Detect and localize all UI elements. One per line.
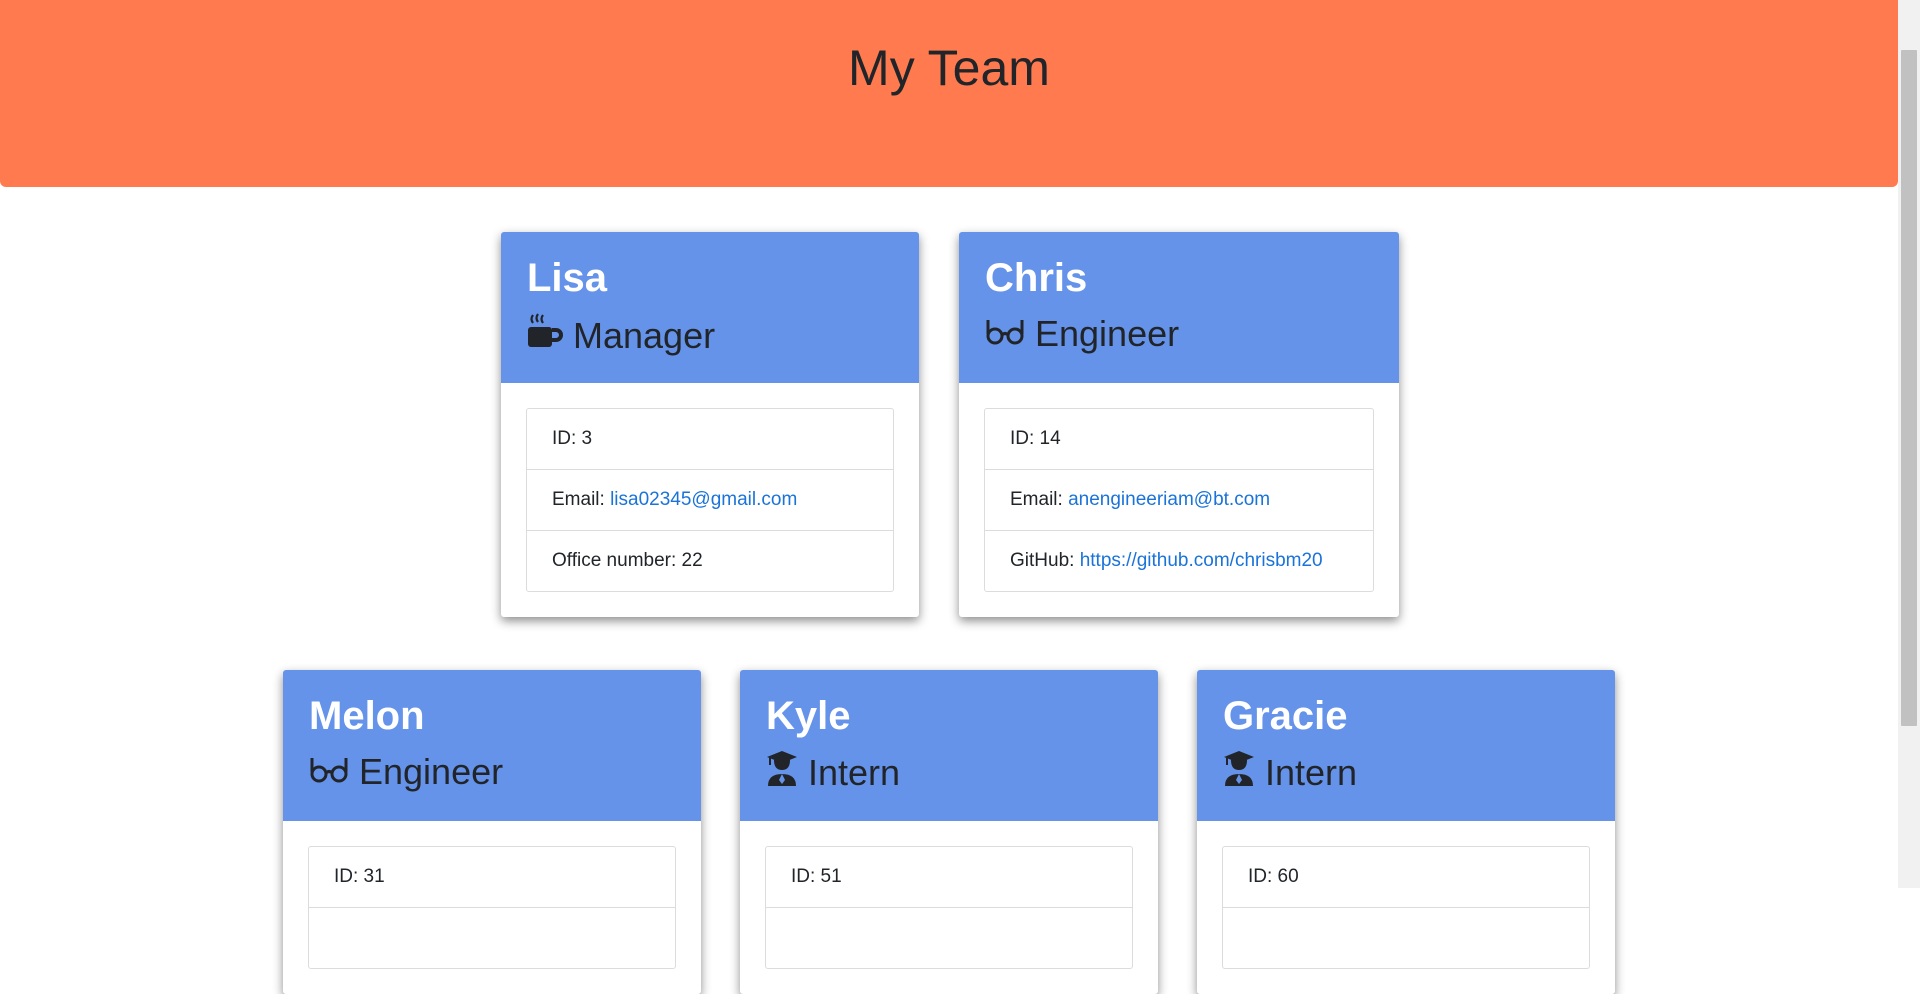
- card-header: Melon Engineer: [283, 670, 701, 821]
- card-header: Lisa Manager: [501, 232, 919, 383]
- role-label: Intern: [808, 752, 901, 793]
- card-header: Gracie Intern: [1197, 670, 1615, 821]
- employee-email-row: Email: anengineeriam@bt.com: [985, 469, 1373, 530]
- employee-name: Chris: [985, 256, 1088, 300]
- info-list: ID: 51: [765, 846, 1133, 969]
- card-body: ID: 3 Email: lisa02345@gmail.com Office …: [501, 383, 919, 617]
- employee-id: ID: 3: [552, 428, 593, 449]
- card-header: Chris Engineer: [959, 232, 1399, 383]
- employee-role: Engineer: [309, 750, 675, 794]
- email-label: Email:: [1010, 489, 1063, 510]
- employee-card-chris: Chris Engineer ID: 14 Email: anengineeri…: [959, 232, 1399, 617]
- employee-id: ID: 51: [791, 866, 842, 887]
- employee-id: ID: 60: [1248, 866, 1299, 887]
- info-list: ID: 60: [1222, 846, 1590, 969]
- email-link[interactable]: anengineeriam@bt.com: [1068, 489, 1270, 510]
- role-label: Engineer: [1035, 313, 1180, 354]
- role-label: Manager: [573, 315, 716, 356]
- card-body: ID: 31: [283, 821, 701, 994]
- employee-role: Manager: [527, 312, 893, 360]
- office-number: Office number: 22: [527, 530, 893, 591]
- employee-role: Intern: [766, 750, 1132, 796]
- card-header: Kyle Intern: [740, 670, 1158, 821]
- email-label: Email:: [552, 489, 605, 510]
- employee-card-melon: Melon Engineer ID: 31: [283, 670, 701, 994]
- coffee-icon: [527, 312, 563, 360]
- glasses-icon: [985, 312, 1025, 356]
- employee-email-row: Email: lisa02345@gmail.com: [527, 469, 893, 530]
- employee-email-row: [309, 907, 675, 968]
- info-list: ID: 14 Email: anengineeriam@bt.com GitHu…: [984, 408, 1374, 592]
- employee-card-kyle: Kyle Intern ID: 51: [740, 670, 1158, 994]
- employee-name: Kyle: [766, 694, 851, 738]
- card-body: ID: 51: [740, 821, 1158, 994]
- info-list: ID: 3 Email: lisa02345@gmail.com Office …: [526, 408, 894, 592]
- employee-card-gracie: Gracie Intern ID: 60: [1197, 670, 1615, 994]
- card-body: ID: 14 Email: anengineeriam@bt.com GitHu…: [959, 383, 1399, 617]
- card-body: ID: 60: [1197, 821, 1615, 994]
- employee-id: ID: 31: [334, 866, 385, 887]
- employee-name: Lisa: [527, 256, 608, 300]
- glasses-icon: [309, 750, 349, 794]
- employee-role: Intern: [1223, 750, 1589, 796]
- page-title: My Team: [848, 40, 1050, 96]
- employee-card-lisa: Lisa Manager ID: 3 Email: lisa02345@gmai…: [501, 232, 919, 617]
- graduate-icon: [1223, 750, 1255, 796]
- scrollbar-thumb[interactable]: [1901, 50, 1917, 726]
- email-link[interactable]: lisa02345@gmail.com: [610, 489, 797, 510]
- employee-name: Melon: [309, 694, 425, 738]
- github-label: GitHub:: [1010, 550, 1075, 571]
- employee-email-row: [1223, 907, 1589, 968]
- graduate-icon: [766, 750, 798, 796]
- github-link[interactable]: https://github.com/chrisbm20: [1080, 550, 1323, 571]
- role-label: Engineer: [359, 751, 504, 792]
- info-list: ID: 31: [308, 846, 676, 969]
- employee-email-row: [766, 907, 1132, 968]
- role-label: Intern: [1265, 752, 1358, 793]
- github-row: GitHub: https://github.com/chrisbm20: [985, 530, 1373, 591]
- vertical-scrollbar[interactable]: [1898, 0, 1920, 888]
- employee-id: ID: 14: [1010, 428, 1061, 449]
- page-header: My Team: [0, 0, 1898, 187]
- employee-role: Engineer: [985, 312, 1373, 356]
- employee-name: Gracie: [1223, 694, 1348, 738]
